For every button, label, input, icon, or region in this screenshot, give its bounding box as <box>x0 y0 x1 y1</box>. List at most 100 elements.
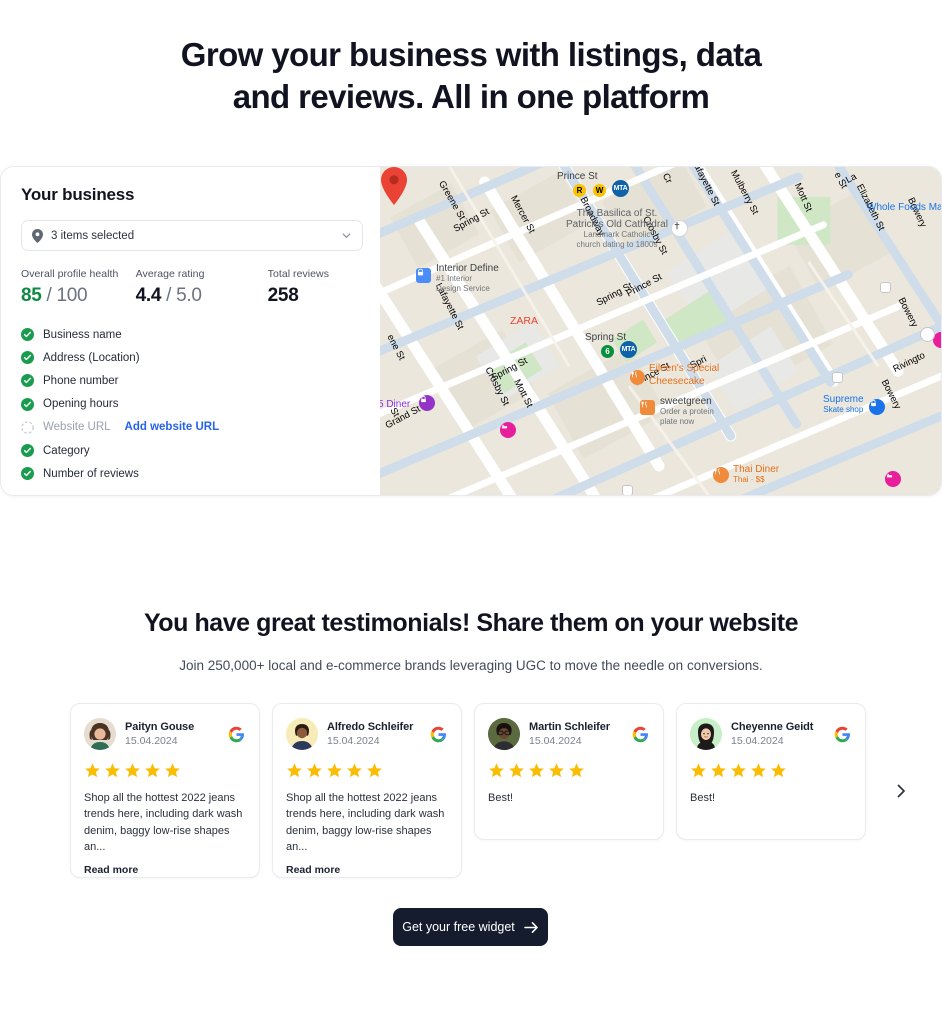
stat-number: 258 <box>267 285 299 306</box>
star-icon <box>771 763 786 778</box>
review-text: Shop all the hottest 2022 jeans trends h… <box>84 792 243 853</box>
shop-purple-icon[interactable] <box>419 395 435 411</box>
hotel-pink-icon-2[interactable] <box>885 471 901 487</box>
mta-icon: MTA <box>612 180 629 197</box>
poi-small-icon-3[interactable] <box>622 485 633 495</box>
star-icon <box>731 763 746 778</box>
check-circle-icon <box>21 467 34 481</box>
star-icon <box>105 763 120 778</box>
subway-w-icon: W <box>593 184 606 197</box>
read-more-link[interactable]: Read more <box>84 864 245 876</box>
checklist-label: Phone number <box>43 374 119 387</box>
checklist-item-category: Category <box>21 439 364 462</box>
map-base-layer <box>380 167 941 495</box>
checklist-item-number-of-reviews: Number of reviews <box>21 462 364 485</box>
avatar <box>84 718 116 750</box>
supreme-shop-icon[interactable] <box>869 399 885 415</box>
review-text: Best! <box>488 792 514 804</box>
profile-checklist: Business name Address (Location) Phone n… <box>21 323 364 485</box>
add-website-url-link[interactable]: Add website URL <box>125 421 220 433</box>
testimonial-header: Paityn Gouse 15.04.2024 <box>84 718 245 750</box>
star-icon <box>85 763 100 778</box>
poi-small-icon-2[interactable] <box>832 372 843 383</box>
map-panel[interactable]: Greene St Spring St Mercer St Broadway C… <box>380 167 941 495</box>
checklist-label: Category <box>43 444 90 457</box>
testimonials-heading: You have great testimonials! Share them … <box>143 609 799 637</box>
google-map[interactable]: Greene St Spring St Mercer St Broadway C… <box>380 167 941 495</box>
testimonial-card[interactable]: Paityn Gouse 15.04.2024 Shop all the hot… <box>70 703 260 878</box>
reviewer-name: Martin Schleifer <box>529 721 610 733</box>
interior-define-marker[interactable] <box>416 268 431 283</box>
avatar <box>690 718 722 750</box>
testimonial-card[interactable]: Alfredo Schleifer 15.04.2024 Shop all th… <box>272 703 462 878</box>
google-icon <box>430 726 446 742</box>
business-panel: Your business 3 items selected Overall p… <box>1 167 380 495</box>
read-more-link[interactable]: Read more <box>286 864 447 876</box>
star-icon <box>145 763 160 778</box>
mta-icon-2: MTA <box>620 341 637 358</box>
star-icon <box>327 763 342 778</box>
star-icon <box>347 763 362 778</box>
stat-caption: Overall profile health <box>21 268 119 280</box>
stat-average-rating: Average rating 4.4 / 5.0 <box>136 268 268 307</box>
stat-value: 4.4 / 5.0 <box>136 285 268 307</box>
poi-small-icon-1[interactable] <box>880 282 891 293</box>
get-free-widget-button[interactable]: Get your free widget <box>393 908 548 946</box>
poi-circle-icon[interactable] <box>920 327 935 342</box>
stat-value: 258 <box>268 285 364 307</box>
stat-caption: Total reviews <box>267 268 329 280</box>
avatar <box>286 718 318 750</box>
star-rating <box>488 762 649 779</box>
review-text: Shop all the hottest 2022 jeans trends h… <box>286 792 445 853</box>
map-pin-icon <box>32 228 43 243</box>
testimonial-card[interactable]: Martin Schleifer 15.04.2024 Best! <box>474 703 664 840</box>
star-icon <box>367 763 382 778</box>
checklist-item-business-name: Business name <box>21 323 364 346</box>
carousel-next-button[interactable] <box>888 778 914 804</box>
star-icon <box>489 763 504 778</box>
star-icon <box>287 763 302 778</box>
business-selector-value: 3 items selected <box>51 229 135 242</box>
panel-title: Your business <box>21 185 135 204</box>
hotel-pink-icon-1[interactable] <box>500 422 516 438</box>
star-icon <box>529 763 544 778</box>
review-text: Best! <box>690 792 716 804</box>
stat-number: 4.4 <box>135 285 162 306</box>
zara-map-pin[interactable] <box>380 167 408 205</box>
church-icon[interactable] <box>671 220 688 237</box>
star-rating <box>286 762 447 779</box>
testimonial-meta: Cheyenne Geidt 15.04.2024 <box>731 721 825 747</box>
checklist-label: Address (Location) <box>43 351 140 364</box>
checklist-item-phone: Phone number <box>21 369 364 392</box>
testimonial-meta: Martin Schleifer 15.04.2024 <box>529 721 623 747</box>
check-circle-icon <box>21 444 34 458</box>
testimonial-meta: Paityn Gouse 15.04.2024 <box>125 721 219 747</box>
star-icon <box>307 763 322 778</box>
page-title: Grow your business with listings, data a… <box>0 34 942 118</box>
thai-diner-marker[interactable] <box>713 467 729 483</box>
stat-total-reviews: Total reviews 258 <box>268 268 364 307</box>
sweetgreen-marker[interactable] <box>640 400 655 415</box>
checklist-label: Opening hours <box>43 398 119 411</box>
testimonial-card[interactable]: Cheyenne Geidt 15.04.2024 Best! <box>676 703 866 840</box>
testimonials-subheading: Join 250,000+ local and e-commerce brand… <box>179 658 763 673</box>
business-stats: Overall profile health 85 / 100 Average … <box>21 268 364 307</box>
checklist-item-address: Address (Location) <box>21 346 364 369</box>
testimonial-header: Martin Schleifer 15.04.2024 <box>488 718 649 750</box>
checklist-item-opening-hours: Opening hours <box>21 393 364 416</box>
business-selector[interactable]: 3 items selected <box>21 220 363 251</box>
testimonial-header: Alfredo Schleifer 15.04.2024 <box>286 718 447 750</box>
star-icon <box>125 763 140 778</box>
google-icon <box>632 726 648 742</box>
star-rating <box>84 762 245 779</box>
review-date: 15.04.2024 <box>125 735 178 747</box>
review-date: 15.04.2024 <box>327 735 380 747</box>
checklist-label: Business name <box>43 328 122 341</box>
stat-suffix: / 5.0 <box>161 285 202 306</box>
review-date: 15.04.2024 <box>731 735 784 747</box>
testimonial-meta: Alfredo Schleifer 15.04.2024 <box>327 721 421 747</box>
checklist-item-website-url: Website URL Add website URL <box>21 416 364 439</box>
stat-suffix: / 100 <box>41 285 88 306</box>
stat-value: 85 / 100 <box>21 285 136 307</box>
eileens-marker[interactable] <box>630 370 645 385</box>
